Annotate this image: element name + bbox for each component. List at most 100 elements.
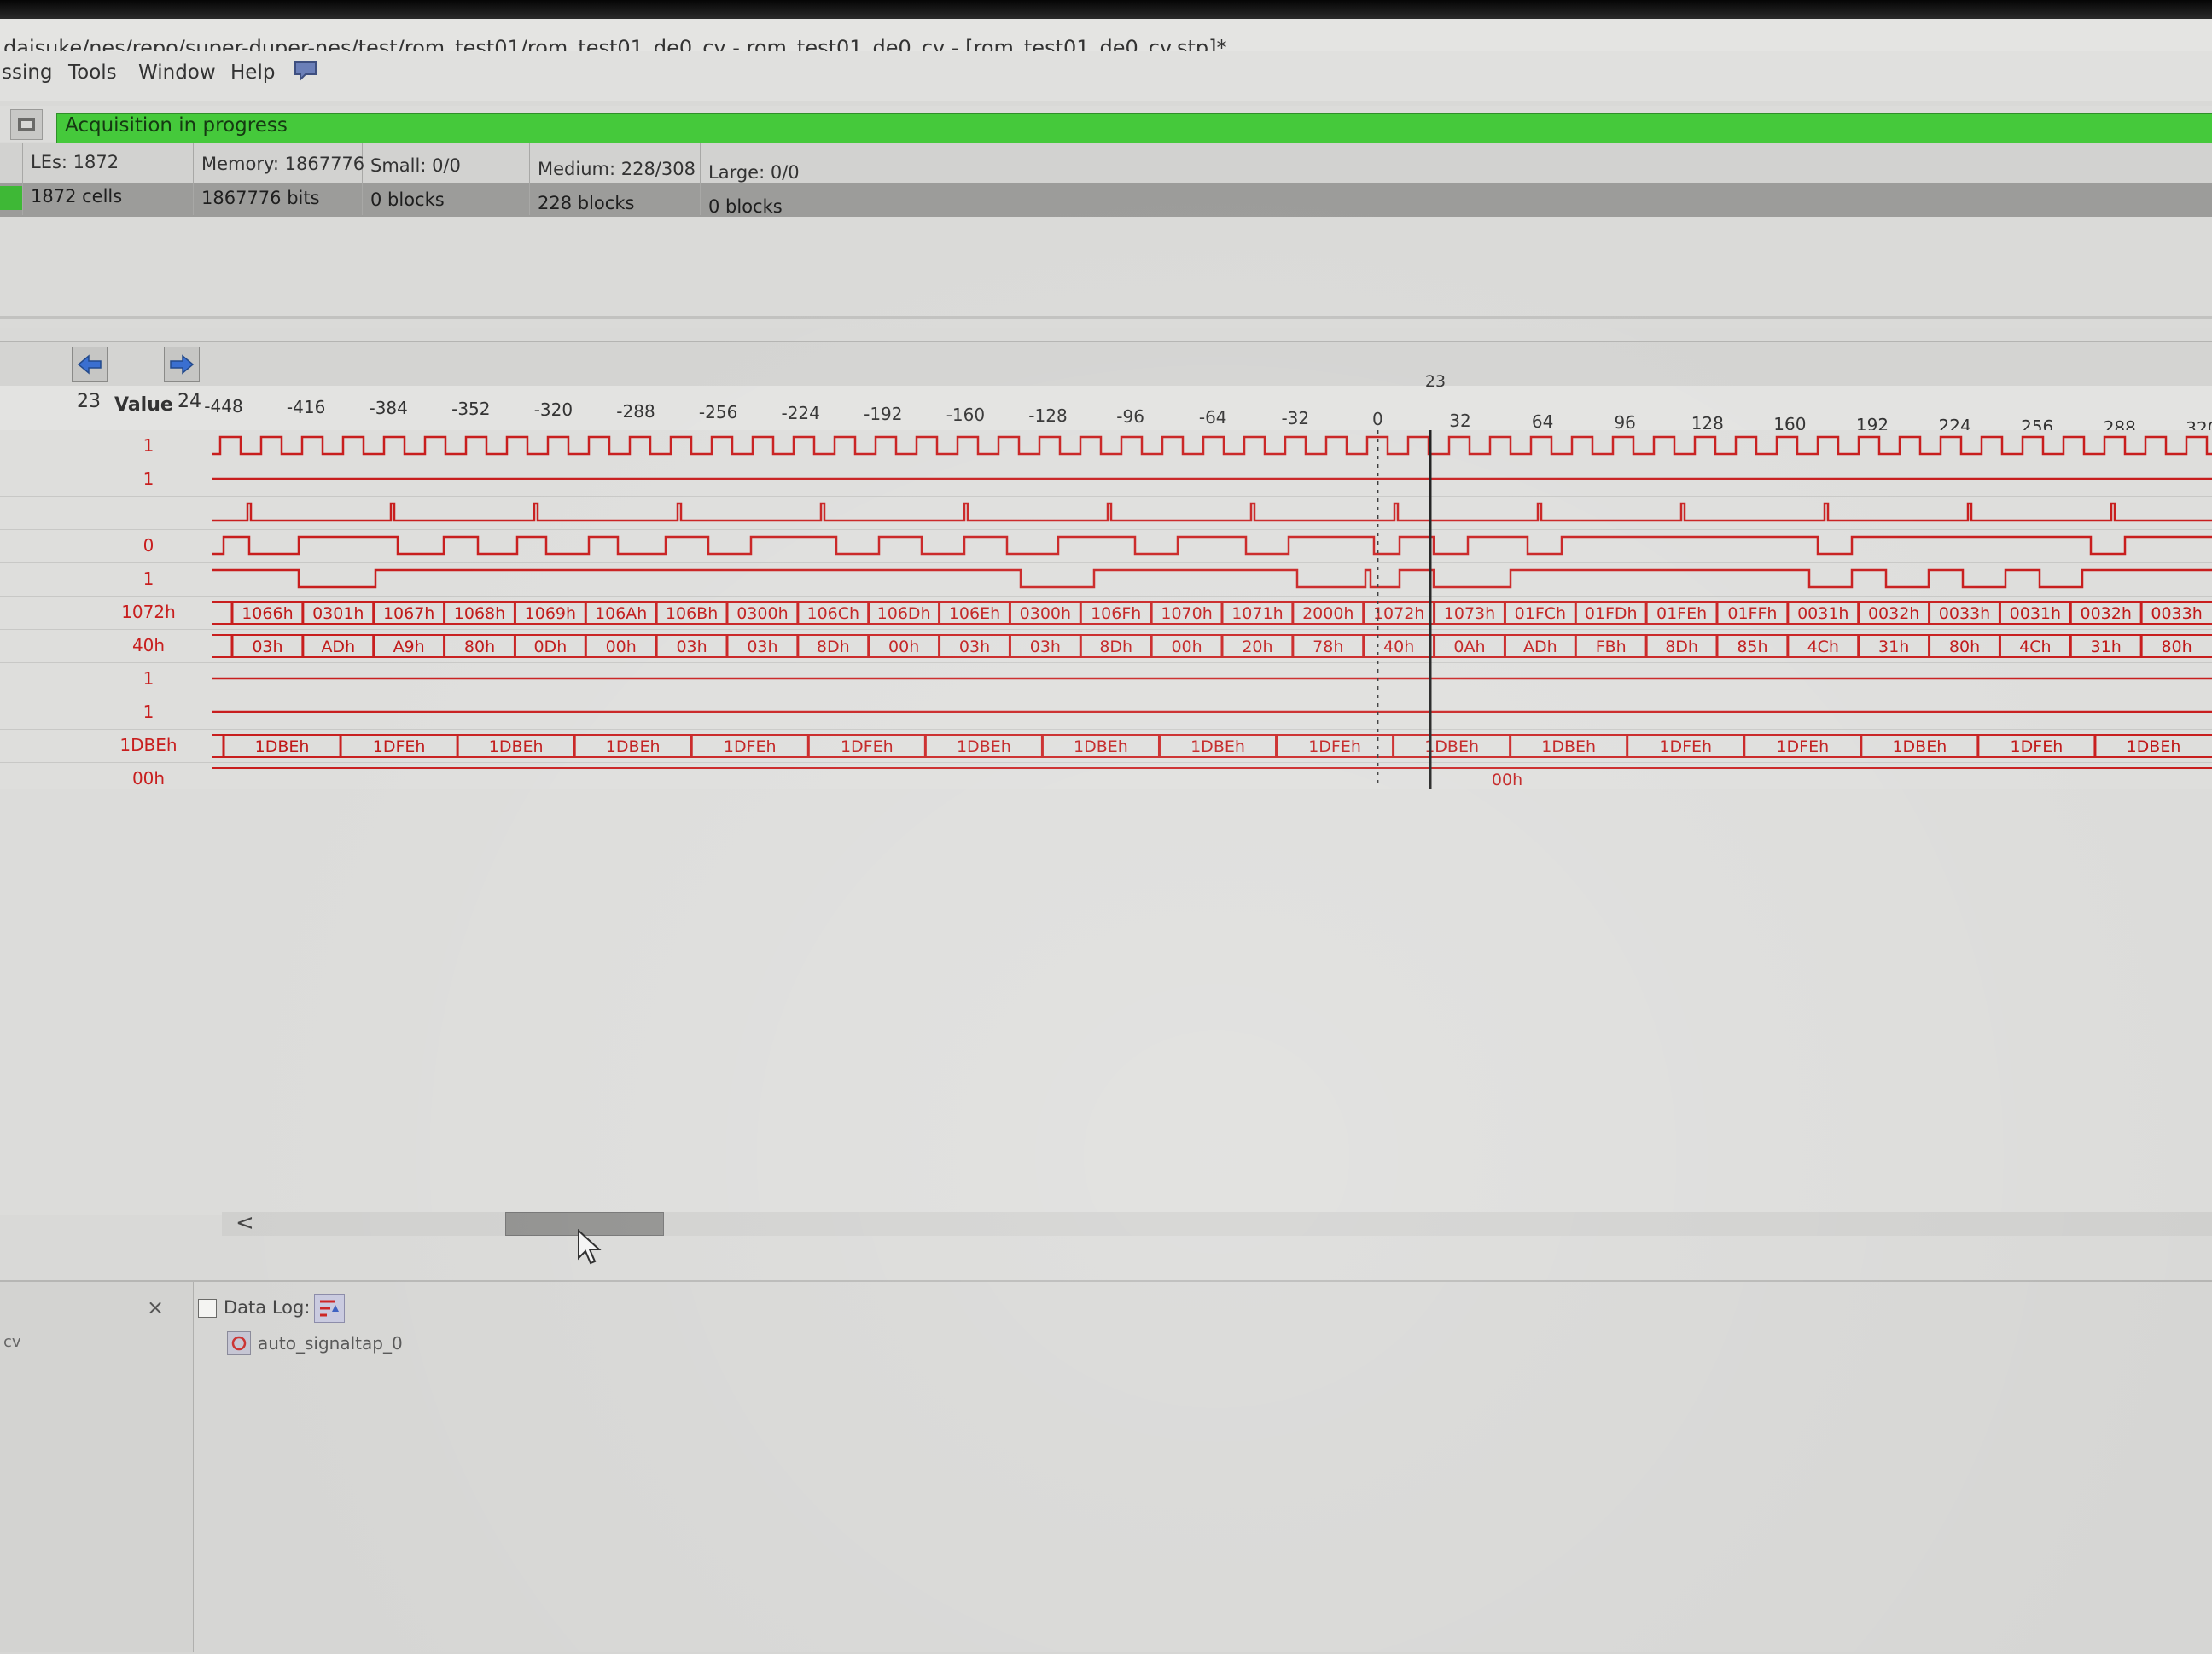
data-bus-value: 80h bbox=[2161, 638, 2192, 656]
data-bus-value: 0Ah bbox=[1453, 638, 1485, 656]
previous-arrow-icon[interactable] bbox=[72, 347, 108, 382]
word-bus-value: 1DFEh bbox=[841, 737, 894, 756]
data-log-checkbox[interactable] bbox=[198, 1299, 217, 1318]
screen-bezel bbox=[0, 0, 2212, 19]
menu-help[interactable]: Help bbox=[230, 61, 275, 84]
resource-row-selected bbox=[0, 183, 2212, 217]
scroll-left-arrow[interactable]: < bbox=[236, 1210, 254, 1236]
address-bus-value: 1073h bbox=[1444, 604, 1495, 623]
large-blocks: Large: 0/0 bbox=[708, 162, 800, 183]
data-bus-value: 8Dh bbox=[1665, 638, 1698, 656]
word-bus-value: 1DFEh bbox=[1776, 737, 1829, 756]
address-bus-value: 1067h bbox=[383, 604, 434, 623]
time-tick: -96 bbox=[1116, 406, 1144, 428]
data-bus-value: 03h bbox=[747, 638, 777, 656]
word-bus-value: 1DBEh bbox=[606, 737, 661, 756]
data-log-label: Data Log: bbox=[224, 1297, 311, 1318]
signaltap-instance[interactable]: auto_signaltap_0 bbox=[258, 1333, 403, 1354]
time-tick: -256 bbox=[698, 401, 738, 422]
address-bus-value: 0300h bbox=[736, 604, 788, 623]
address-bus-value: 1066h bbox=[242, 604, 293, 623]
data-bus-value: 78h bbox=[1313, 638, 1343, 656]
word-bus-value: 1DFEh bbox=[1659, 737, 1712, 756]
address-bus-value: 106Bh bbox=[666, 604, 718, 623]
address-bus-value: 106Dh bbox=[877, 604, 931, 623]
waveform-empty-area bbox=[0, 789, 2212, 1215]
data-bus-value: ADh bbox=[1523, 638, 1557, 656]
large-count: 0 blocks bbox=[708, 196, 783, 217]
data-bus-value: 40h bbox=[1383, 638, 1414, 656]
value-column-header: Value bbox=[114, 394, 173, 416]
word-bus-value: 1DFEh bbox=[2011, 737, 2064, 756]
help-chat-icon[interactable] bbox=[294, 60, 319, 87]
word-bus-value: 1DBEh bbox=[1074, 737, 1128, 756]
word-bus-value: 1DBEh bbox=[957, 737, 1011, 756]
word-bus-value: 1DBEh bbox=[1892, 737, 1947, 756]
small-blocks: Small: 0/0 bbox=[370, 155, 461, 176]
menu-window[interactable]: Window bbox=[138, 61, 216, 84]
word-bus-value: 1DBEh bbox=[255, 737, 310, 756]
data-bus-value: 03h bbox=[252, 638, 282, 656]
data-bus-value: 03h bbox=[676, 638, 707, 656]
data-bus-value: 00h bbox=[606, 638, 637, 656]
address-bus-value: 0031h bbox=[1797, 604, 1848, 623]
address-bus-value: 01FDh bbox=[1585, 604, 1638, 623]
address-bus-value: 1072h bbox=[1373, 604, 1424, 623]
signaltap-instance-icon bbox=[227, 1331, 251, 1355]
address-bus-value: 0033h bbox=[2151, 604, 2202, 623]
strobe-waveform bbox=[212, 502, 2212, 522]
word-bus-value: 1DBEh bbox=[489, 737, 544, 756]
control-bit-waveform bbox=[212, 568, 2212, 589]
time-tick: -160 bbox=[946, 404, 986, 425]
address-bus-value: 0033h bbox=[1939, 604, 1990, 623]
address-bus-value: 2000h bbox=[1302, 604, 1353, 623]
time-tick: -448 bbox=[204, 396, 243, 416]
time-tick: -32 bbox=[1281, 408, 1310, 429]
address-bus-value: 1068h bbox=[454, 604, 505, 623]
word-bus-value: 1DBEh bbox=[2127, 737, 2181, 756]
time-tick: -320 bbox=[533, 399, 573, 421]
address-bus-value: 01FFh bbox=[1727, 604, 1777, 623]
address-bus-value: 0032h bbox=[1868, 604, 1919, 623]
resource-status-indicator bbox=[0, 186, 22, 210]
data-bus-value: 20h bbox=[1242, 638, 1272, 656]
les-cells: 1872 cells bbox=[31, 186, 123, 207]
memory-usage: Memory: 1867776 bbox=[201, 154, 365, 174]
address-bus-value: 106Ch bbox=[806, 604, 859, 623]
menu-processing[interactable]: ssing bbox=[2, 61, 53, 84]
time-tick: -224 bbox=[781, 402, 820, 423]
menu-tools[interactable]: Tools bbox=[68, 61, 117, 84]
small-count: 0 blocks bbox=[370, 189, 445, 210]
medium-count: 228 blocks bbox=[538, 193, 635, 213]
address-bus-value: 0301h bbox=[312, 604, 364, 623]
instance-manager-pane bbox=[0, 1282, 194, 1652]
data-log-icon[interactable] bbox=[314, 1294, 345, 1323]
waveform-canvas[interactable]: 1066h 0301h 1067h 1068h 1069h 106Ah 106Bh 0300h… bbox=[0, 430, 2212, 806]
address-bus-value: 106Ah bbox=[595, 604, 647, 623]
acquisition-progress-bar bbox=[56, 113, 2212, 143]
memory-bits: 1867776 bits bbox=[201, 188, 320, 208]
data-bus-value: ADh bbox=[321, 638, 355, 656]
next-arrow-icon[interactable] bbox=[164, 347, 200, 382]
address-bus-value: 0032h bbox=[2081, 604, 2132, 623]
time-tick: -384 bbox=[369, 398, 408, 419]
address-bus-value: 1069h bbox=[525, 604, 576, 623]
right-marker: 24 bbox=[178, 391, 201, 412]
data-bus-value: 31h bbox=[2091, 638, 2122, 656]
time-tick: 0 bbox=[1372, 409, 1383, 430]
data-bit-waveform bbox=[212, 535, 2212, 556]
time-tick: 64 bbox=[1531, 411, 1554, 432]
close-icon[interactable]: × bbox=[147, 1296, 164, 1319]
data-bus-value: 4Ch bbox=[1807, 638, 1839, 656]
acquisition-status: Acquisition in progress bbox=[65, 114, 288, 137]
data-bus-value: 00h bbox=[888, 638, 919, 656]
panel-divider[interactable] bbox=[0, 316, 2212, 319]
menu-bar: ssing Tools Window Help bbox=[0, 51, 2212, 101]
mouse-cursor-icon bbox=[578, 1229, 602, 1265]
data-bus-value: 00h bbox=[1171, 638, 1202, 656]
word-bus-value: 1DBEh bbox=[1541, 737, 1596, 756]
data-bus-value: 03h bbox=[959, 638, 990, 656]
address-bus-value: 106Fh bbox=[1091, 604, 1141, 623]
run-icon[interactable] bbox=[10, 109, 43, 140]
time-tick: -192 bbox=[864, 403, 903, 424]
